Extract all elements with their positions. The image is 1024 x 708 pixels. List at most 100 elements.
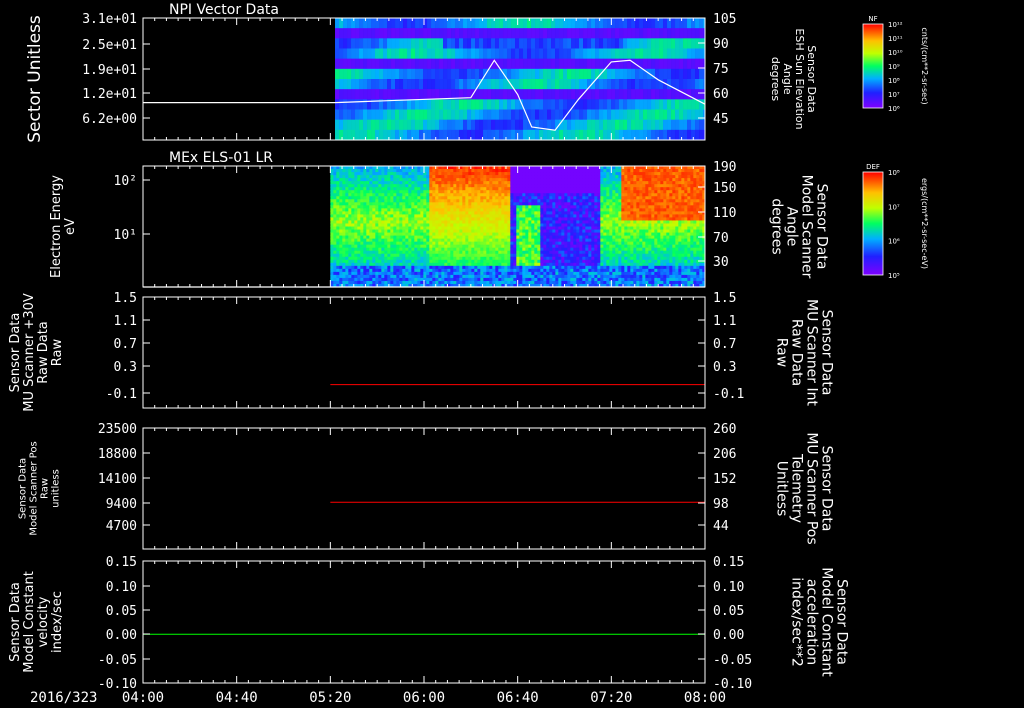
spectro-cell	[435, 190, 439, 194]
spectro-cell	[381, 235, 385, 240]
spectro-cell	[519, 280, 523, 285]
spectro-cell	[474, 223, 478, 227]
spectro-cell	[483, 38, 488, 49]
spectro-cell	[456, 256, 460, 261]
spectro-cell	[595, 28, 600, 39]
spectro-cell	[415, 18, 420, 29]
spectro-cell	[348, 220, 352, 224]
spectro-cell	[555, 175, 559, 179]
spectro-cell	[615, 38, 620, 49]
spectro-cell	[539, 68, 544, 80]
spectro-cell	[468, 217, 472, 221]
spectro-cell	[499, 48, 504, 60]
spectro-cell	[539, 38, 544, 49]
spectro-cell	[627, 38, 632, 49]
spectro-cell	[387, 268, 391, 273]
spectro-cell	[390, 229, 394, 234]
spectro-cell	[663, 119, 668, 131]
spectro-cell	[513, 196, 517, 200]
spectro-cell	[585, 250, 589, 255]
spectro-cell	[408, 196, 412, 200]
spectro-cell	[426, 187, 430, 191]
spectro-cell	[492, 247, 496, 252]
spectro-cell	[564, 250, 568, 255]
spectro-cell	[465, 211, 469, 215]
spectro-cell	[663, 129, 668, 140]
spectro-cell	[671, 18, 676, 29]
spectro-cell	[441, 265, 445, 270]
spectro-cell	[462, 271, 466, 276]
spectro-cell	[540, 247, 544, 252]
spectro-cell	[372, 241, 376, 246]
spectro-cell	[504, 205, 508, 209]
spectro-cell	[561, 196, 565, 200]
spectro-cell	[462, 265, 466, 270]
spectro-cell	[429, 277, 433, 282]
spectro-cell	[534, 220, 538, 224]
spectro-cell	[395, 18, 400, 29]
spectro-cell	[451, 18, 456, 29]
spectro-cell	[498, 175, 502, 179]
spectro-cell	[477, 211, 481, 215]
spectro-cell	[360, 208, 364, 212]
spectro-cell	[426, 229, 430, 234]
spectro-cell	[453, 229, 457, 234]
spectro-cell	[366, 169, 370, 173]
spectro-cell	[583, 28, 588, 39]
spectro-cell	[375, 229, 379, 234]
spectro-cell	[540, 271, 544, 276]
spectro-cell	[354, 262, 358, 267]
spectro-cell	[342, 178, 346, 182]
spectro-cell	[375, 193, 379, 197]
spectro-cell	[441, 214, 445, 218]
spectro-cell	[407, 28, 412, 39]
spectro-cell	[407, 89, 412, 100]
spectro-cell	[423, 58, 428, 70]
spectro-cell	[547, 18, 552, 29]
spectro-cell	[501, 214, 505, 218]
spectro-cell	[531, 256, 535, 261]
spectro-cell	[360, 178, 364, 182]
spectro-cell	[501, 244, 505, 249]
spectro-cell	[450, 205, 454, 209]
spectro-cell	[495, 241, 499, 246]
spectro-cell	[576, 211, 580, 215]
spectro-cell	[651, 89, 656, 100]
spectro-cell	[679, 48, 684, 60]
spectro-cell	[591, 205, 595, 209]
spectro-cell	[475, 48, 480, 60]
spectro-cell	[555, 48, 560, 60]
spectro-cell	[360, 268, 364, 273]
spectro-cell	[525, 253, 529, 258]
spectro-cell	[483, 259, 487, 264]
spectro-cell	[366, 193, 370, 197]
spectro-cell	[597, 205, 601, 209]
spectro-cell	[570, 211, 574, 215]
spectro-cell	[438, 205, 442, 209]
spectro-cell	[441, 196, 445, 200]
spectro-cell	[383, 18, 388, 29]
spectro-cell	[579, 48, 584, 60]
spectro-cell	[522, 223, 526, 227]
spectro-cell	[351, 226, 355, 231]
spectro-cell	[384, 172, 388, 176]
spectro-cell	[423, 178, 427, 182]
spectro-cell	[396, 166, 400, 170]
spectro-cell	[423, 232, 427, 237]
spectro-cell	[561, 271, 565, 276]
spectro-cell	[522, 241, 526, 246]
spectro-cell	[372, 238, 376, 243]
spectro-cell	[443, 28, 448, 39]
spectro-cell	[579, 199, 583, 203]
spectro-cell	[414, 169, 418, 173]
spectro-cell	[396, 223, 400, 227]
spectro-cell	[432, 205, 436, 209]
spectro-cell	[367, 18, 372, 29]
spectro-cell	[415, 99, 420, 110]
spectro-cell	[402, 265, 406, 270]
spectro-cell	[609, 220, 613, 224]
spectro-cell	[561, 175, 565, 179]
spectro-cell	[588, 172, 592, 176]
spectro-cell	[567, 268, 571, 273]
spectro-cell	[525, 238, 529, 243]
